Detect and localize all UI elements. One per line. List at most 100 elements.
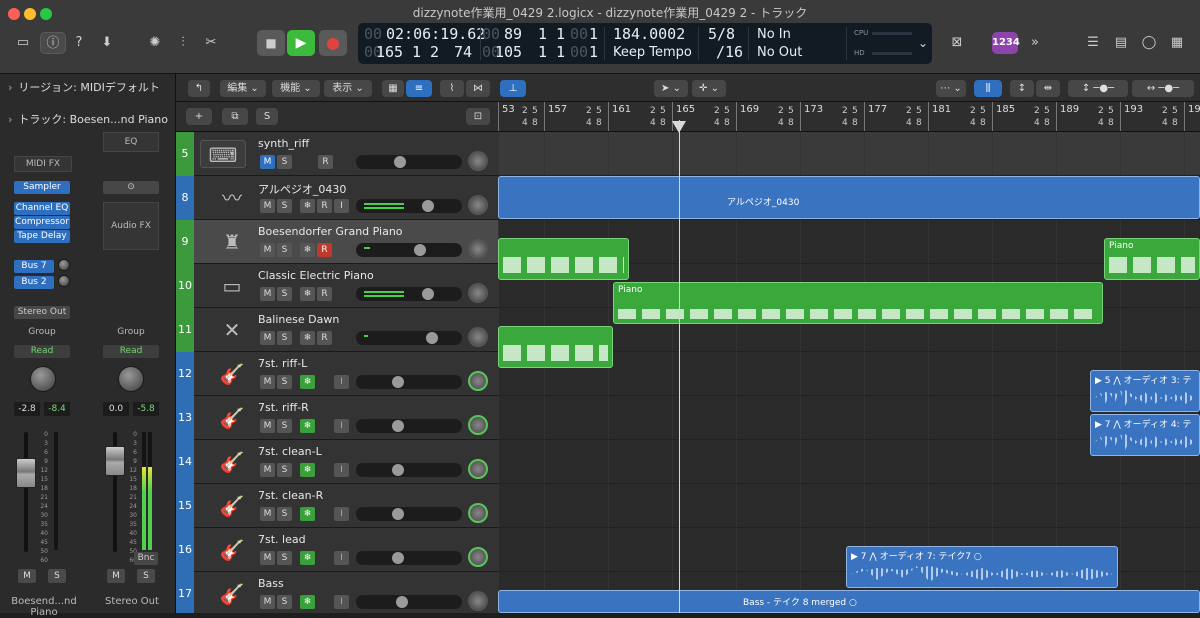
mute-button[interactable]: M bbox=[260, 375, 275, 389]
track-name[interactable]: Boesendorfer Grand Piano bbox=[258, 225, 403, 238]
region-audio-16[interactable]: ▶ 7 ⋀ オーディオ 7: テイク7 ○ bbox=[846, 546, 1118, 588]
send-bus-2[interactable]: Bus 2 bbox=[14, 276, 54, 289]
track-row[interactable]: 8 〰アルペジオ_0430 M S ❄ R I bbox=[176, 176, 498, 220]
freeze-button[interactable]: ❄ bbox=[300, 551, 315, 565]
pan-knob-2[interactable] bbox=[118, 366, 144, 392]
volume-slider[interactable] bbox=[356, 551, 462, 565]
region-piano-10[interactable]: Piano bbox=[613, 282, 1103, 324]
mute-button[interactable]: M bbox=[260, 463, 275, 477]
smart-controls-icon[interactable]: ✺ bbox=[142, 32, 168, 54]
volume-fader-1[interactable] bbox=[16, 458, 36, 488]
mute-button-strip2[interactable]: M bbox=[107, 569, 125, 583]
pan-knob[interactable] bbox=[468, 547, 488, 567]
pan-knob[interactable] bbox=[468, 459, 488, 479]
track-row[interactable]: 11 ✕ Balinese Dawn M S ❄ R bbox=[176, 308, 498, 352]
freeze-button[interactable]: ❄ bbox=[300, 595, 315, 609]
track-name[interactable]: 7st. riff-R bbox=[258, 401, 309, 414]
pan-knob[interactable] bbox=[468, 371, 488, 391]
track-lane[interactable] bbox=[498, 484, 1200, 528]
waveform-zoom-icon[interactable]: ⫼ bbox=[974, 80, 1002, 97]
time-signature[interactable]: 5/8 bbox=[708, 25, 735, 43]
lcd-menu-chevron-icon[interactable]: ⌄ bbox=[918, 36, 928, 50]
freeze-button[interactable]: ❄ bbox=[300, 331, 315, 345]
pencil-tool-icon[interactable]: ✛ ⌄ bbox=[692, 80, 726, 97]
track-inspector-header[interactable]: › トラック: Boesen...nd Piano bbox=[0, 108, 176, 132]
track-name[interactable]: アルペジオ_0430 bbox=[258, 181, 346, 197]
automation-read-2[interactable]: Read bbox=[103, 345, 159, 358]
volume-slider[interactable] bbox=[356, 287, 462, 301]
volume-slider[interactable] bbox=[356, 199, 462, 213]
mute-button[interactable]: M bbox=[260, 287, 275, 301]
toolbar-icon[interactable]: ⬇ bbox=[94, 32, 120, 54]
freeze-button[interactable]: ❄ bbox=[300, 463, 315, 477]
volume-slider[interactable] bbox=[356, 375, 462, 389]
volume-slider-knob[interactable] bbox=[392, 508, 404, 520]
send-bus-7[interactable]: Bus 7 bbox=[14, 260, 54, 273]
volume-slider[interactable] bbox=[356, 595, 462, 609]
grid-view-icon[interactable]: ▦ bbox=[382, 80, 404, 97]
region-balinese[interactable] bbox=[498, 326, 613, 368]
volume-slider-knob[interactable] bbox=[426, 332, 438, 344]
instrument-slot-sampler[interactable]: Sampler bbox=[14, 181, 70, 194]
input-monitor-button[interactable]: I bbox=[334, 375, 349, 389]
region-piano-9a[interactable] bbox=[498, 238, 629, 280]
play-button[interactable]: ▶ bbox=[287, 30, 315, 56]
solo-button[interactable]: S bbox=[277, 375, 292, 389]
volume-slider[interactable] bbox=[356, 507, 462, 521]
vertical-zoom-slider[interactable]: ↕ ─●─ bbox=[1068, 80, 1128, 97]
audio-fx-slot[interactable]: Audio FX bbox=[103, 202, 159, 250]
mute-button[interactable]: M bbox=[260, 199, 275, 213]
editors-icon[interactable]: ✂ bbox=[198, 32, 224, 54]
pan-knob[interactable] bbox=[468, 415, 488, 435]
expand-icon[interactable]: » bbox=[1022, 32, 1048, 54]
close-window-button[interactable] bbox=[8, 8, 20, 20]
freeze-button[interactable]: ❄ bbox=[300, 375, 315, 389]
output-stereo-out[interactable]: Stereo Out bbox=[14, 306, 70, 319]
input-monitor-button[interactable]: I bbox=[334, 551, 349, 565]
solo-button-strip2[interactable]: S bbox=[137, 569, 155, 583]
snap-icon[interactable]: ⊥ bbox=[500, 80, 526, 97]
mixer-icon[interactable]: ⫶ bbox=[170, 32, 196, 54]
solo-button[interactable]: S bbox=[277, 287, 292, 301]
input-monitor-button[interactable]: I bbox=[334, 419, 349, 433]
plugin-tape-delay[interactable]: Tape Delay bbox=[14, 230, 70, 243]
automation-icon[interactable]: ⌇ bbox=[440, 80, 464, 97]
solo-button[interactable]: S bbox=[277, 331, 292, 345]
track-row[interactable]: 5›⌨synth_riffMSR bbox=[176, 132, 498, 176]
freeze-button[interactable]: ❄ bbox=[300, 507, 315, 521]
region-audio-13[interactable]: ▶ 7 ⋀ オーディオ 4: テ bbox=[1090, 414, 1200, 456]
record-enable-button[interactable]: R bbox=[317, 199, 332, 213]
volume-slider-knob[interactable] bbox=[422, 200, 434, 212]
region-inspector-header[interactable]: › リージョン: MIDIデフォルト bbox=[0, 76, 176, 100]
mute-button[interactable]: M bbox=[260, 507, 275, 521]
solo-button[interactable]: S bbox=[277, 419, 292, 433]
freeze-button[interactable]: ❄ bbox=[300, 243, 315, 257]
pan-knob[interactable] bbox=[468, 195, 488, 215]
track-row[interactable]: 15 🎸 7st. clean-R M S ❄ I bbox=[176, 484, 498, 528]
track-name[interactable]: 7st. clean-R bbox=[258, 489, 323, 502]
solo-button[interactable]: S bbox=[277, 199, 292, 213]
solo-button[interactable]: S bbox=[277, 155, 292, 169]
global-tracks-icon[interactable]: ⊡ bbox=[466, 108, 490, 125]
inspector-icon[interactable]: ⓘ bbox=[40, 32, 66, 54]
mute-button-strip1[interactable]: M bbox=[18, 569, 36, 583]
record-enable-button[interactable]: R bbox=[317, 243, 332, 257]
arrange-area[interactable]: アルペジオ_0430 Piano Piano ▶ 5 ⋀ オーディオ 3: テ … bbox=[498, 132, 1200, 613]
mute-button[interactable]: M bbox=[260, 331, 275, 345]
plugin-compressor[interactable]: Compressor bbox=[14, 216, 70, 229]
more-menu-icon[interactable]: ⋯ ⌄ bbox=[936, 80, 966, 97]
list-view-icon[interactable]: ≡ bbox=[406, 80, 432, 97]
division[interactable]: /16 bbox=[716, 43, 743, 61]
playhead[interactable] bbox=[679, 120, 680, 613]
volume-slider-knob[interactable] bbox=[396, 596, 408, 608]
volume-slider-knob[interactable] bbox=[392, 552, 404, 564]
track-name[interactable]: 7st. lead bbox=[258, 533, 306, 546]
group-label-1[interactable]: Group bbox=[14, 327, 70, 337]
mute-button[interactable]: M bbox=[260, 419, 275, 433]
volume-fader-2[interactable] bbox=[105, 446, 125, 476]
volume-slider-knob[interactable] bbox=[394, 156, 406, 168]
volume-slider[interactable] bbox=[356, 419, 462, 433]
freeze-button[interactable]: ❄ bbox=[300, 199, 315, 213]
volume-slider-knob[interactable] bbox=[414, 244, 426, 256]
pan-knob-1[interactable] bbox=[30, 366, 56, 392]
